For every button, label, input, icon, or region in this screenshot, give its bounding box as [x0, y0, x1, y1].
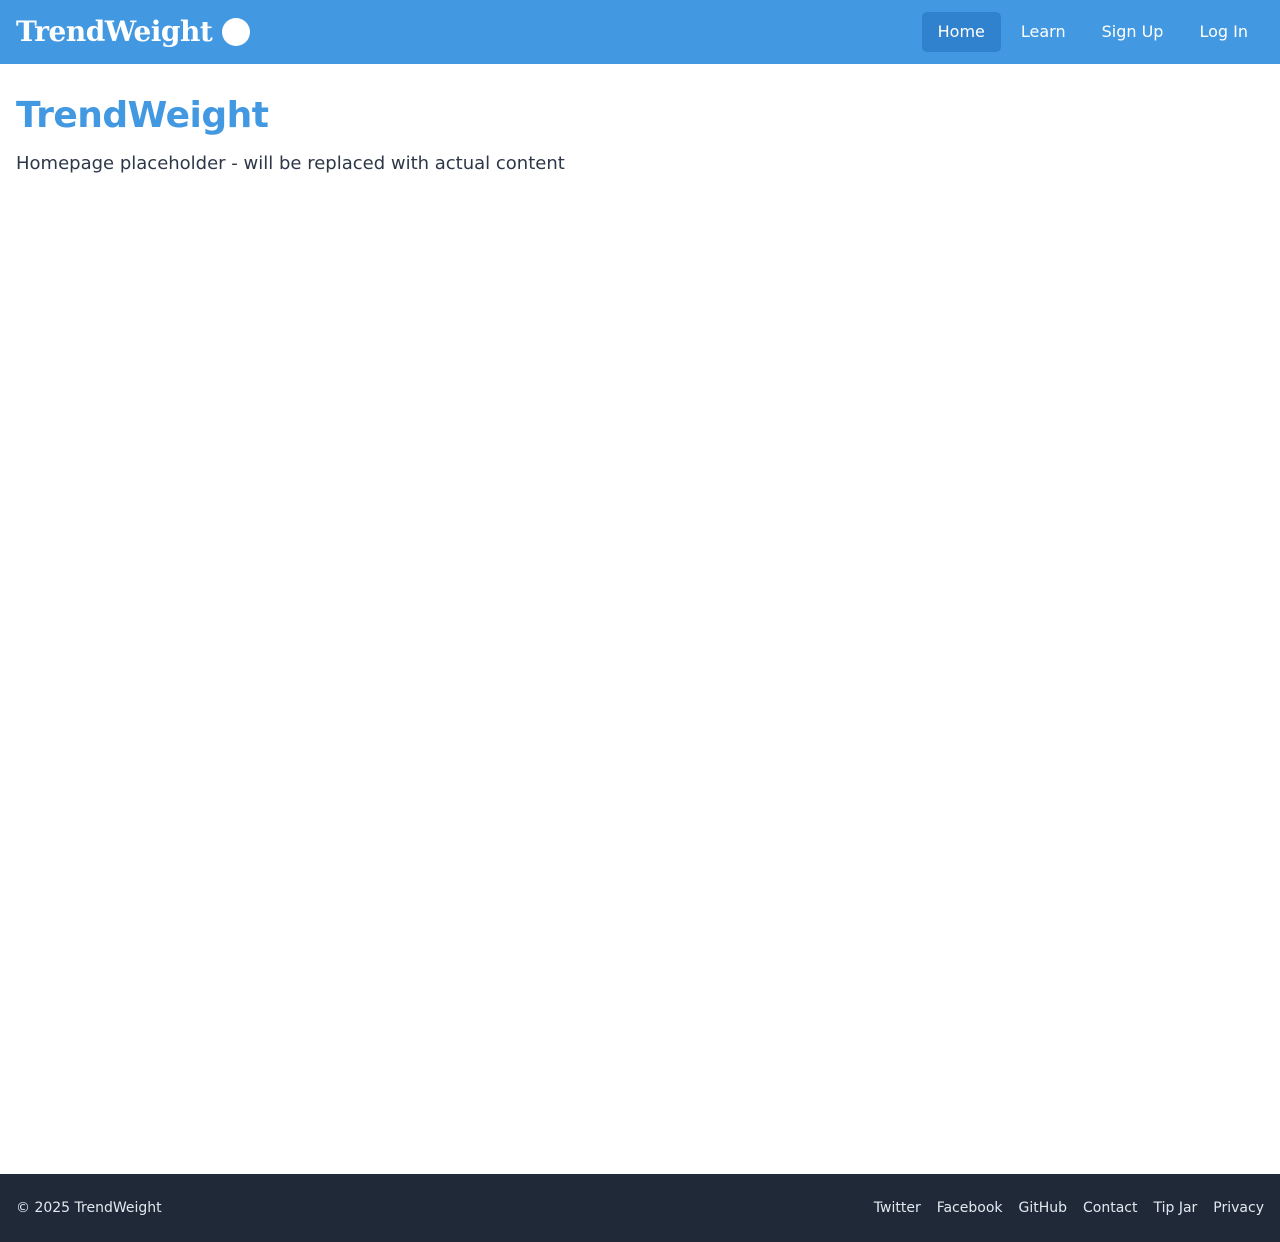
- logo-link[interactable]: TrendWeight: [16, 13, 251, 51]
- nav-login-link[interactable]: Log In: [1183, 12, 1264, 52]
- main-nav: Home Learn Sign Up Log In: [921, 12, 1264, 52]
- page-title: TrendWeight: [16, 95, 269, 136]
- nav-learn-link[interactable]: Learn: [1005, 12, 1082, 52]
- page-subtitle: Homepage placeholder - will be replaced …: [16, 153, 565, 174]
- footer-links: Twitter Facebook GitHub Contact Tip Jar …: [874, 1174, 1264, 1242]
- logo-text: TrendWeight: [16, 15, 213, 48]
- footer-privacy-link[interactable]: Privacy: [1213, 1200, 1264, 1216]
- site-footer: © 2025 TrendWeight Twitter Facebook GitH…: [0, 1174, 1280, 1242]
- main-content: TrendWeight Homepage placeholder - will …: [16, 64, 1264, 177]
- nav-signup-link[interactable]: Sign Up: [1086, 12, 1180, 52]
- nav-home-link[interactable]: Home: [921, 12, 1001, 52]
- footer-tipjar-link[interactable]: Tip Jar: [1153, 1200, 1197, 1216]
- copyright-text: © 2025 TrendWeight: [16, 1200, 162, 1216]
- footer-contact-link[interactable]: Contact: [1083, 1200, 1137, 1216]
- logo-circle-icon: [222, 18, 251, 46]
- footer-facebook-link[interactable]: Facebook: [937, 1200, 1003, 1216]
- footer-github-link[interactable]: GitHub: [1019, 1200, 1068, 1216]
- footer-twitter-link[interactable]: Twitter: [874, 1200, 921, 1216]
- site-header: TrendWeight Home Learn Sign Up Log In: [0, 0, 1280, 64]
